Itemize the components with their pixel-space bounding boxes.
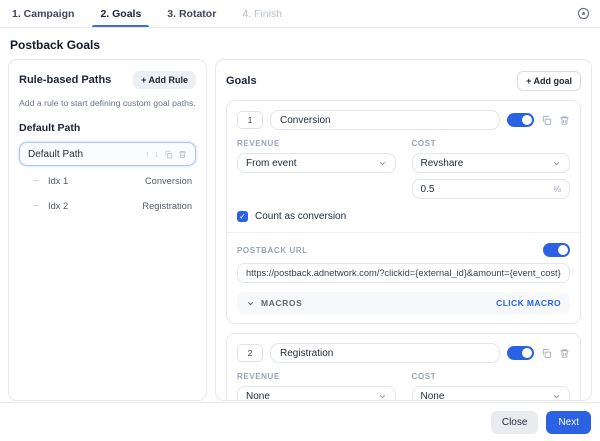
cost-type-select[interactable]: Revshare — [411, 153, 570, 173]
goal-name-input[interactable] — [270, 343, 500, 363]
cost-label: COST — [411, 139, 437, 148]
close-button[interactable]: Close — [490, 410, 539, 434]
goal-index-badge: 2 — [237, 344, 263, 362]
chevron-down-icon — [378, 392, 387, 401]
goals-panel: Goals + Add goal 1 REVENUE Fro — [215, 59, 592, 401]
wizard-tab-bar: 1. Campaign 2. Goals 3. Rotator 4. Finis… — [0, 0, 600, 28]
percent-suffix: % — [553, 184, 561, 194]
default-path-item-label: Default Path — [28, 148, 84, 160]
chevron-down-icon — [552, 159, 561, 168]
add-goal-button[interactable]: + Add goal — [517, 71, 581, 91]
goal-name-input[interactable] — [270, 110, 500, 130]
goal-card-2: 2 REVENUE None — [226, 333, 581, 401]
duplicate-goal-icon[interactable] — [541, 348, 552, 359]
path-goal-row[interactable]: Idx 2 Registration — [19, 195, 196, 216]
cost-value-input[interactable] — [420, 183, 554, 195]
revenue-select-value: None — [246, 390, 270, 401]
macros-label[interactable]: MACROS — [261, 298, 302, 308]
delete-goal-icon[interactable] — [559, 348, 570, 359]
postback-url-label: POSTBACK URL — [237, 245, 308, 255]
default-path-item[interactable]: Default Path ↑ ↓ — [19, 142, 196, 167]
next-button[interactable]: Next — [546, 410, 591, 434]
click-macro-link[interactable]: CLICK MACRO — [496, 298, 561, 308]
duplicate-goal-icon[interactable] — [541, 115, 552, 126]
cost-type-select-value: None — [420, 390, 445, 401]
rule-paths-description: Add a rule to start defining custom goal… — [19, 98, 196, 108]
path-goal-index: Idx 1 — [48, 175, 69, 186]
postback-url-input[interactable] — [237, 263, 570, 283]
goals-title: Goals — [226, 75, 257, 87]
revenue-select[interactable]: From event — [237, 153, 396, 173]
path-goal-name: Registration — [142, 200, 192, 211]
row-dash-icon — [33, 205, 39, 207]
path-goal-index: Idx 2 — [48, 200, 69, 211]
rule-based-paths-title: Rule-based Paths — [19, 74, 112, 86]
goal-index-badge: 1 — [237, 111, 263, 129]
path-goal-row[interactable]: Idx 1 Conversion — [19, 170, 196, 191]
count-as-conversion-label: Count as conversion — [255, 211, 347, 222]
rule-based-paths-panel: Rule-based Paths + Add Rule Add a rule t… — [8, 59, 207, 401]
revenue-select[interactable]: None — [237, 386, 396, 401]
divider — [227, 232, 580, 233]
macros-bar: MACROS CLICK MACRO — [237, 292, 570, 314]
move-down-icon[interactable]: ↓ — [155, 149, 160, 159]
circle-dot-icon[interactable] — [577, 0, 590, 27]
cost-value-field: % — [411, 179, 570, 199]
add-rule-button[interactable]: + Add Rule — [133, 71, 196, 89]
tab-campaign[interactable]: 1. Campaign — [10, 0, 76, 27]
revenue-label: REVENUE — [237, 139, 280, 148]
chevron-down-icon — [552, 392, 561, 401]
tab-goals[interactable]: 2. Goals — [92, 0, 150, 27]
row-dash-icon — [33, 180, 39, 182]
duplicate-icon[interactable] — [164, 150, 173, 159]
default-path-section-label: Default Path — [19, 122, 81, 135]
page-title: Postback Goals — [10, 38, 101, 52]
cost-type-select[interactable]: None — [411, 386, 570, 401]
delete-icon[interactable] — [178, 150, 187, 159]
cost-label: COST — [411, 372, 437, 381]
goal-card-1: 1 REVENUE From event — [226, 100, 581, 324]
count-as-conversion-checkbox[interactable]: ✓ — [237, 211, 248, 222]
goal-enabled-toggle[interactable] — [507, 113, 534, 127]
delete-goal-icon[interactable] — [559, 115, 570, 126]
tab-rotator[interactable]: 3. Rotator — [165, 0, 218, 27]
cost-type-select-value: Revshare — [420, 157, 464, 169]
postback-enabled-toggle[interactable] — [543, 243, 570, 257]
main-content: Rule-based Paths + Add Rule Add a rule t… — [0, 59, 600, 401]
revenue-select-value: From event — [246, 157, 297, 169]
chevron-down-icon — [378, 159, 387, 168]
move-up-icon[interactable]: ↑ — [145, 149, 150, 159]
tab-finish: 4. Finish — [242, 7, 282, 20]
macros-expand-chevron-icon[interactable] — [246, 299, 255, 308]
goal-enabled-toggle[interactable] — [507, 346, 534, 360]
count-as-conversion-row[interactable]: ✓ Count as conversion — [237, 211, 570, 222]
footer-bar: Close Next — [0, 402, 600, 441]
revenue-label: REVENUE — [237, 372, 280, 381]
path-goal-name: Conversion — [144, 175, 192, 186]
